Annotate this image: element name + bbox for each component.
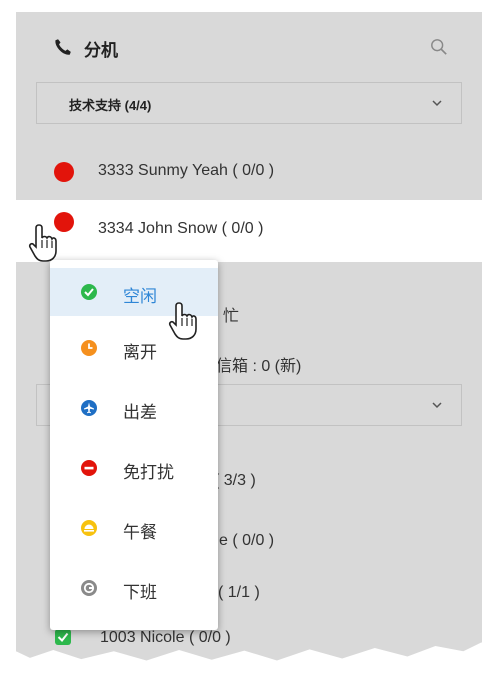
menu-pointer — [246, 252, 264, 261]
lunch-icon — [81, 520, 97, 536]
panel-header: 分机 — [16, 12, 482, 76]
group-count-text: ( 1/1 ) — [218, 584, 260, 601]
check-circle-icon — [81, 284, 97, 300]
status-dot — [54, 162, 74, 182]
group-count-text: ( 3/3 ) — [214, 472, 256, 489]
hand-cursor-icon — [168, 302, 197, 340]
voicemail-text: 信箱 : 0 (新) — [216, 358, 302, 375]
extension-label: 3333 Sunmy Yeah ( 0/0 ) — [98, 162, 275, 179]
phone-icon — [55, 39, 71, 55]
status-option-business-trip[interactable]: 出差 — [50, 384, 218, 432]
off-work-icon — [81, 580, 97, 596]
airplane-icon — [81, 400, 97, 416]
status-option-label: 出差 — [123, 403, 157, 422]
clock-icon — [81, 340, 97, 356]
group-select-value: 技术支持 (4/4) — [69, 98, 152, 113]
chevron-down-icon — [432, 402, 442, 409]
status-option-lunch[interactable]: 午餐 — [50, 504, 218, 552]
status-option-label: 空闲 — [123, 287, 157, 306]
hand-cursor-icon — [28, 224, 57, 262]
extension-row[interactable]: 3333 Sunmy Yeah ( 0/0 ) — [16, 148, 482, 196]
check-icon — [55, 629, 71, 645]
status-option-label: 下班 — [123, 583, 157, 602]
search-icon[interactable] — [430, 38, 448, 56]
status-option-label: 离开 — [123, 343, 157, 362]
group-select[interactable]: 技术支持 (4/4) — [36, 82, 462, 124]
extension-label: e ( 0/0 ) — [219, 532, 275, 549]
extension-label: 3334 John Snow ( 0/0 ) — [98, 220, 264, 237]
status-option-label: 免打扰 — [123, 463, 174, 482]
panel-title: 分机 — [84, 41, 118, 60]
extension-label: 1003 Nicole ( 0/0 ) — [100, 629, 231, 646]
status-option-label: 午餐 — [123, 523, 157, 542]
status-option-off-work[interactable]: 下班 — [50, 564, 218, 612]
chevron-down-icon — [432, 100, 442, 107]
do-not-disturb-icon — [81, 460, 97, 476]
status-option-do-not-disturb[interactable]: 免打扰 — [50, 444, 218, 492]
